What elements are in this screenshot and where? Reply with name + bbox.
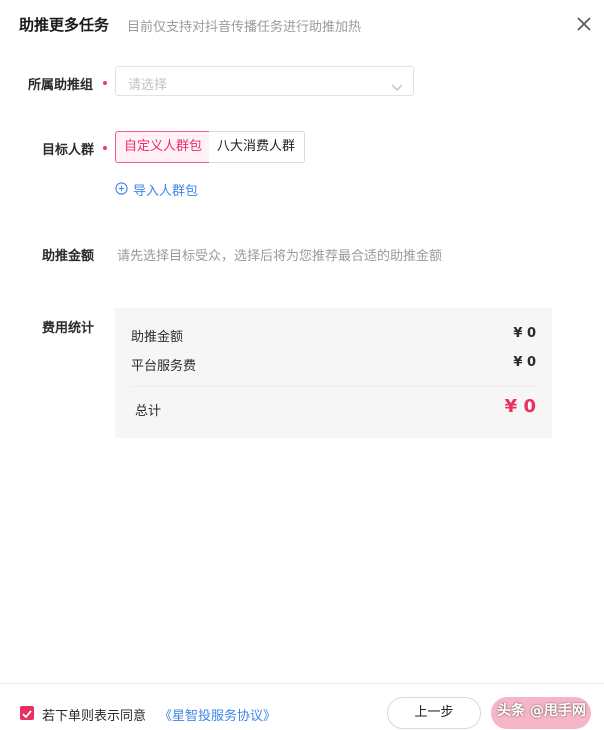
amount-hint: 请先选择目标受众，选择后将为您推荐最合适的助推金额	[117, 249, 443, 264]
dialog-header: 助推更多任务 目前仅支持对抖音传播任务进行助推加热	[19, 14, 604, 35]
fee-amount-label: 助推金额	[131, 330, 184, 345]
fee-service-label: 平台服务费	[131, 359, 197, 374]
amount-label: 助推金额	[42, 249, 95, 264]
import-audience-label: 导入人群包	[133, 184, 199, 199]
close-icon[interactable]	[574, 14, 594, 34]
watermark-text: 头条 @甩手网	[497, 703, 586, 719]
prev-step-button[interactable]: 上一步	[387, 697, 481, 729]
required-dot	[103, 81, 107, 85]
fee-total-label: 总计	[135, 404, 162, 419]
fee-divider	[131, 386, 536, 387]
fee-service-value: ¥ 0	[513, 355, 536, 370]
footer-divider	[0, 683, 604, 684]
plus-circle-icon	[115, 182, 128, 195]
group-select-placeholder: 请选择	[128, 78, 168, 93]
agree-checkbox[interactable]	[20, 706, 34, 720]
check-icon	[22, 710, 32, 719]
fees-label: 费用统计	[42, 321, 95, 336]
dialog-title: 助推更多任务	[19, 16, 110, 34]
agreement-link[interactable]: 《星智投服务协议》	[159, 705, 276, 724]
dialog-subtitle: 目前仅支持对抖音传播任务进行助推加热	[127, 20, 362, 35]
fee-summary-panel: 助推金额 ¥ 0 平台服务费 ¥ 0 总计 ¥ 0	[115, 308, 552, 438]
group-select[interactable]: 请选择	[115, 66, 414, 96]
audience-option-eight-groups[interactable]: 八大消费人群	[209, 131, 305, 163]
chevron-down-icon	[391, 77, 403, 96]
fee-total-value: ¥ 0	[504, 396, 536, 417]
group-label: 所属助推组	[28, 78, 94, 93]
required-dot	[103, 146, 107, 150]
fee-amount-value: ¥ 0	[513, 326, 536, 341]
agree-text: 若下单则表示同意	[42, 709, 147, 724]
audience-option-custom[interactable]: 自定义人群包	[115, 131, 210, 163]
audience-label: 目标人群	[42, 143, 95, 158]
